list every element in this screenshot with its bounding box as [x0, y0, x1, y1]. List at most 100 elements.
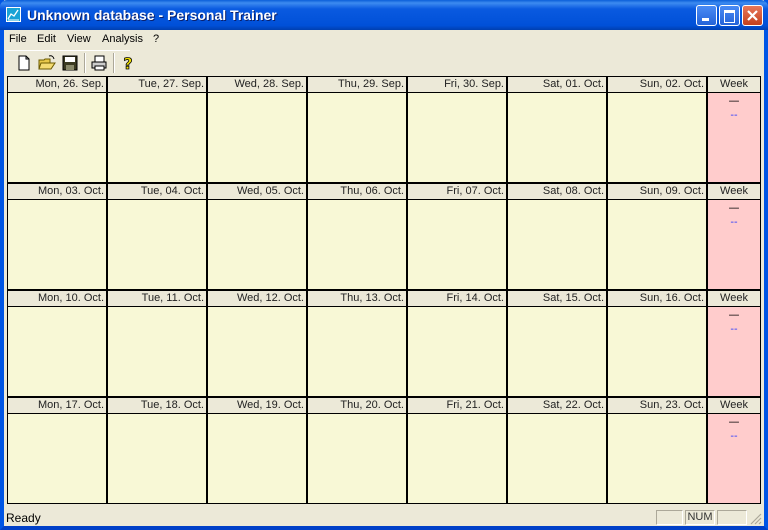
- day-header: Tue, 11. Oct.: [108, 291, 206, 307]
- day-cell[interactable]: Tue, 11. Oct.: [107, 290, 207, 397]
- menu-help[interactable]: ?: [153, 33, 159, 45]
- maximize-button[interactable]: [719, 5, 740, 26]
- status-pane-num: NUM: [685, 510, 715, 525]
- day-cell[interactable]: Sat, 22. Oct.: [507, 397, 607, 504]
- day-cell[interactable]: Fri, 21. Oct.: [407, 397, 507, 504]
- toolbar-separator: [84, 53, 86, 73]
- week-header: Week: [708, 184, 760, 200]
- day-cell[interactable]: Tue, 18. Oct.: [107, 397, 207, 504]
- day-cell[interactable]: Fri, 30. Sep.: [407, 76, 507, 183]
- window-title: Unknown database - Personal Trainer: [27, 7, 277, 23]
- day-cell[interactable]: Wed, 19. Oct.: [207, 397, 307, 504]
- close-button[interactable]: [742, 5, 763, 26]
- day-cell[interactable]: Tue, 27. Sep.: [107, 76, 207, 183]
- status-pane-scrl: [717, 510, 747, 525]
- day-header: Wed, 05. Oct.: [208, 184, 306, 200]
- day-cell[interactable]: Sun, 16. Oct.: [607, 290, 707, 397]
- week-value-secondary: --: [730, 217, 738, 228]
- day-header: Fri, 30. Sep.: [408, 77, 506, 93]
- day-header: Sun, 02. Oct.: [608, 77, 706, 93]
- day-cell[interactable]: Mon, 26. Sep.: [7, 76, 107, 183]
- day-cell[interactable]: Wed, 05. Oct.: [207, 183, 307, 290]
- minimize-button[interactable]: [696, 5, 717, 26]
- printer-icon: [91, 55, 107, 71]
- save-button[interactable]: [60, 53, 80, 73]
- day-cell[interactable]: Thu, 29. Sep.: [307, 76, 407, 183]
- week-summary-cell[interactable]: Week — --: [707, 183, 761, 290]
- week-value-primary: —: [728, 308, 740, 321]
- day-cell[interactable]: Sun, 09. Oct.: [607, 183, 707, 290]
- week-header: Week: [708, 398, 760, 414]
- day-header: Mon, 26. Sep.: [8, 77, 106, 93]
- print-button[interactable]: [89, 53, 109, 73]
- day-header: Wed, 28. Sep.: [208, 77, 306, 93]
- day-cell[interactable]: Thu, 20. Oct.: [307, 397, 407, 504]
- toolbar: ?: [6, 50, 133, 75]
- day-header: Fri, 07. Oct.: [408, 184, 506, 200]
- status-text: Ready: [6, 511, 41, 525]
- menu-view[interactable]: View: [67, 33, 91, 45]
- day-header: Tue, 18. Oct.: [108, 398, 206, 414]
- open-button[interactable]: [37, 53, 57, 73]
- day-header: Sun, 23. Oct.: [608, 398, 706, 414]
- close-icon: [747, 10, 758, 21]
- new-button[interactable]: [14, 53, 34, 73]
- day-header: Wed, 19. Oct.: [208, 398, 306, 414]
- day-header: Sat, 22. Oct.: [508, 398, 606, 414]
- new-document-icon: [18, 55, 30, 71]
- day-cell[interactable]: Mon, 10. Oct.: [7, 290, 107, 397]
- toolbar-separator: [113, 53, 115, 73]
- status-bar: Ready NUM: [4, 508, 764, 526]
- day-cell[interactable]: Sat, 01. Oct.: [507, 76, 607, 183]
- chart-icon[interactable]: [6, 7, 21, 22]
- day-cell[interactable]: Sun, 02. Oct.: [607, 76, 707, 183]
- day-header: Thu, 13. Oct.: [308, 291, 406, 307]
- day-cell[interactable]: Tue, 04. Oct.: [107, 183, 207, 290]
- help-button[interactable]: ?: [118, 53, 138, 74]
- title-bar[interactable]: Unknown database - Personal Trainer: [0, 0, 768, 30]
- day-cell[interactable]: Wed, 28. Sep.: [207, 76, 307, 183]
- day-header: Fri, 21. Oct.: [408, 398, 506, 414]
- week-value-primary: —: [728, 94, 740, 107]
- day-header: Thu, 29. Sep.: [308, 77, 406, 93]
- menu-analysis[interactable]: Analysis: [102, 33, 143, 45]
- day-header: Mon, 17. Oct.: [8, 398, 106, 414]
- svg-text:?: ?: [123, 54, 132, 73]
- day-cell[interactable]: Mon, 17. Oct.: [7, 397, 107, 504]
- day-header: Sat, 01. Oct.: [508, 77, 606, 93]
- maximize-icon: [724, 10, 735, 23]
- day-header: Sat, 08. Oct.: [508, 184, 606, 200]
- minimize-icon: [702, 18, 709, 21]
- open-folder-icon: [38, 55, 56, 70]
- day-header: Mon, 10. Oct.: [8, 291, 106, 307]
- week-value-primary: —: [728, 415, 740, 428]
- day-cell[interactable]: Sat, 15. Oct.: [507, 290, 607, 397]
- day-cell[interactable]: Wed, 12. Oct.: [207, 290, 307, 397]
- day-header: Sun, 09. Oct.: [608, 184, 706, 200]
- main-window: Unknown database - Personal Trainer File…: [0, 0, 768, 530]
- day-cell[interactable]: Mon, 03. Oct.: [7, 183, 107, 290]
- day-header: Sun, 16. Oct.: [608, 291, 706, 307]
- menu-edit[interactable]: Edit: [37, 33, 56, 45]
- day-cell[interactable]: Sun, 23. Oct.: [607, 397, 707, 504]
- day-cell[interactable]: Thu, 13. Oct.: [307, 290, 407, 397]
- week-header: Week: [708, 77, 760, 93]
- week-summary-cell[interactable]: Week — --: [707, 290, 761, 397]
- day-cell[interactable]: Fri, 14. Oct.: [407, 290, 507, 397]
- week-summary-cell[interactable]: Week — --: [707, 397, 761, 504]
- day-header: Mon, 03. Oct.: [8, 184, 106, 200]
- day-cell[interactable]: Sat, 08. Oct.: [507, 183, 607, 290]
- week-summary-cell[interactable]: Week — --: [707, 76, 761, 183]
- day-cell[interactable]: Fri, 07. Oct.: [407, 183, 507, 290]
- day-cell[interactable]: Thu, 06. Oct.: [307, 183, 407, 290]
- menu-file[interactable]: File: [9, 33, 27, 45]
- status-pane-caps: [656, 510, 683, 525]
- week-value-secondary: --: [730, 110, 738, 121]
- day-header: Sat, 15. Oct.: [508, 291, 606, 307]
- week-value-secondary: --: [730, 431, 738, 442]
- day-header: Tue, 27. Sep.: [108, 77, 206, 93]
- resize-grip-icon[interactable]: [750, 513, 762, 525]
- week-value-secondary: --: [730, 324, 738, 335]
- day-header: Thu, 06. Oct.: [308, 184, 406, 200]
- help-question-icon: ?: [123, 54, 133, 74]
